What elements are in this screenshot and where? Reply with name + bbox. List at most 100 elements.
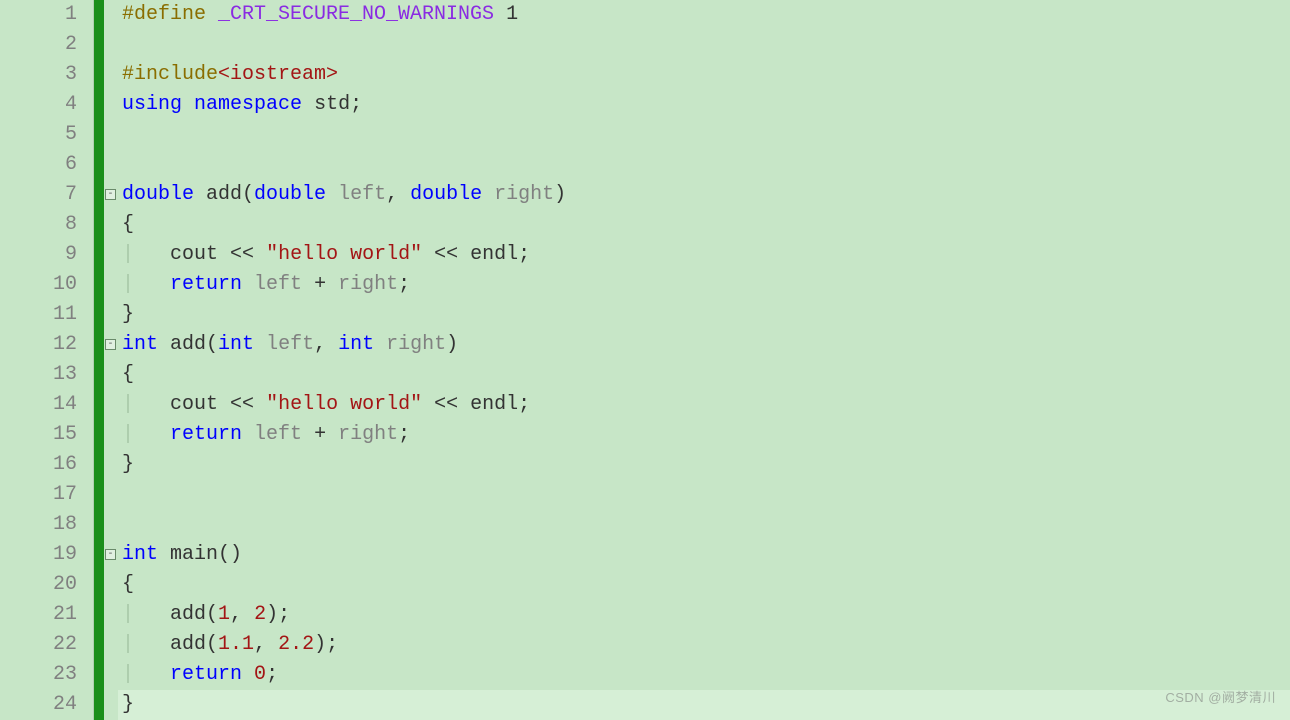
code-line[interactable]: | return 0; (118, 660, 1290, 690)
fold-toggle-icon[interactable]: - (105, 549, 116, 560)
line-number: 18 (0, 510, 77, 540)
token: right (338, 273, 398, 296)
token: + (302, 273, 338, 296)
token: endl; (458, 393, 530, 416)
line-number: 23 (0, 660, 77, 690)
line-number: 8 (0, 210, 77, 240)
token: , (386, 183, 410, 206)
token: left (266, 333, 314, 356)
token: | (122, 273, 170, 296)
code-line[interactable]: int add(int left, int right) (118, 330, 1290, 360)
token (326, 183, 338, 206)
token (482, 183, 494, 206)
code-line[interactable]: | add(1.1, 2.2); (118, 630, 1290, 660)
code-line[interactable]: int main() (118, 540, 1290, 570)
line-number: 14 (0, 390, 77, 420)
code-line[interactable]: #define _CRT_SECURE_NO_WARNINGS 1 (118, 0, 1290, 30)
token: add( (170, 603, 218, 626)
token: << (434, 243, 458, 266)
token: ; (398, 423, 410, 446)
code-line[interactable]: } (118, 690, 1290, 720)
token: ) (446, 333, 458, 356)
code-line[interactable]: | add(1, 2); (118, 600, 1290, 630)
token (374, 333, 386, 356)
token: } (122, 693, 134, 716)
token: | (122, 423, 170, 446)
line-number: 13 (0, 360, 77, 390)
line-number: 5 (0, 120, 77, 150)
code-line[interactable]: | return left + right; (118, 420, 1290, 450)
line-number: 7 (0, 180, 77, 210)
token: return (170, 273, 242, 296)
code-line[interactable] (118, 510, 1290, 540)
code-line[interactable]: } (118, 300, 1290, 330)
line-number: 20 (0, 570, 77, 600)
token: , (314, 333, 338, 356)
line-number: 10 (0, 270, 77, 300)
token: ); (314, 633, 338, 656)
token: 2.2 (278, 633, 314, 656)
token (242, 273, 254, 296)
code-line[interactable] (118, 480, 1290, 510)
line-number: 19 (0, 540, 77, 570)
code-line[interactable]: | return left + right; (118, 270, 1290, 300)
line-number: 6 (0, 150, 77, 180)
code-line[interactable]: | cout << "hello world" << endl; (118, 240, 1290, 270)
code-line[interactable]: double add(double left, double right) (118, 180, 1290, 210)
token: right (386, 333, 446, 356)
token: left (254, 423, 302, 446)
token: | (122, 633, 170, 656)
code-line[interactable]: | cout << "hello world" << endl; (118, 390, 1290, 420)
token: main() (158, 543, 242, 566)
token: << (230, 243, 254, 266)
code-line[interactable]: { (118, 360, 1290, 390)
token: left (254, 273, 302, 296)
token: add( (158, 333, 218, 356)
token: int (122, 333, 158, 356)
code-line[interactable] (118, 30, 1290, 60)
line-number: 9 (0, 240, 77, 270)
token: 1.1 (218, 633, 254, 656)
token: 1 (494, 3, 518, 26)
token: | (122, 663, 170, 686)
code-line[interactable]: } (118, 450, 1290, 480)
code-line[interactable]: { (118, 570, 1290, 600)
fold-toggle-icon[interactable]: - (105, 189, 116, 200)
line-number: 15 (0, 420, 77, 450)
token (254, 393, 266, 416)
token: int (338, 333, 374, 356)
token: add( (170, 633, 218, 656)
code-line[interactable]: using namespace std; (118, 90, 1290, 120)
token: cout (170, 243, 230, 266)
token (254, 333, 266, 356)
token: + (302, 423, 338, 446)
token: add( (194, 183, 254, 206)
token: "hello world" (266, 393, 422, 416)
code-area[interactable]: #define _CRT_SECURE_NO_WARNINGS 1 #inclu… (118, 0, 1290, 720)
token: left (338, 183, 386, 206)
token: ); (266, 603, 290, 626)
token: endl; (458, 243, 530, 266)
line-number: 16 (0, 450, 77, 480)
token: ; (398, 273, 410, 296)
change-marker-strip (94, 0, 104, 720)
code-line[interactable] (118, 150, 1290, 180)
line-number: 2 (0, 30, 77, 60)
line-number: 17 (0, 480, 77, 510)
code-line[interactable] (118, 120, 1290, 150)
code-editor: 123456789101112131415161718192021222324 … (0, 0, 1290, 720)
fold-strip: - - - (104, 0, 118, 720)
token: #include (122, 63, 218, 86)
code-line[interactable]: { (118, 210, 1290, 240)
token: ) (554, 183, 566, 206)
fold-toggle-icon[interactable]: - (105, 339, 116, 350)
token: { (122, 573, 134, 596)
watermark: CSDN @阙梦清川 (1165, 683, 1276, 713)
token: double (254, 183, 326, 206)
token: , (254, 633, 278, 656)
code-line[interactable]: #include<iostream> (118, 60, 1290, 90)
token: } (122, 303, 134, 326)
line-number: 24 (0, 690, 77, 720)
token: using (122, 93, 182, 116)
token: ; (266, 663, 278, 686)
